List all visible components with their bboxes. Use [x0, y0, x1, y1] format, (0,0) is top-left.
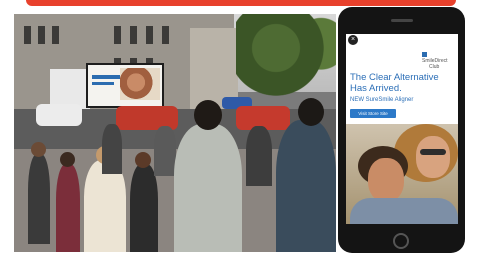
header-red-strip [26, 0, 456, 6]
pedestrian-head [135, 152, 151, 168]
phone-screen: × SmileDirect Club The Clear Alternative… [346, 34, 458, 224]
ad-photo-couple [346, 124, 458, 224]
woman-face [416, 136, 450, 178]
truck [50, 69, 90, 109]
billboard-text-block [92, 82, 114, 85]
ad-subheadline: NEW SureSmile Aligner [350, 97, 414, 103]
pedestrian-foreground-man [174, 124, 242, 252]
pedestrian-right-man [276, 120, 336, 252]
pedestrian-head [31, 142, 46, 157]
pedestrian [102, 124, 122, 174]
window [114, 26, 121, 44]
visit-store-button[interactable]: Visit Store Site [350, 109, 396, 118]
window [162, 26, 169, 44]
billboard-text-block [92, 75, 120, 79]
phone-speaker [391, 19, 413, 22]
pedestrian [154, 126, 176, 176]
pedestrian-head [194, 100, 222, 130]
trees [236, 14, 336, 99]
pedestrian [28, 154, 50, 244]
ad-headline-line1: The Clear Alternative [350, 72, 439, 83]
ad-headline: The Clear Alternative Has Arrived. [350, 72, 454, 94]
window [52, 26, 59, 44]
brand-line2: Club [429, 64, 440, 70]
phone-home-button[interactable] [393, 233, 409, 249]
window [130, 26, 137, 44]
ad-headline-line2: Has Arrived. [350, 83, 402, 94]
window [38, 26, 45, 44]
phone-mockup: × SmileDirect Club The Clear Alternative… [338, 7, 465, 253]
brand-logo: SmileDirect Club [422, 52, 452, 70]
shirt [350, 198, 458, 224]
pedestrian-head [60, 152, 75, 167]
street-billboard-photo [14, 14, 336, 252]
pedestrian-head [298, 98, 324, 126]
digital-billboard [86, 63, 164, 108]
sunglasses [420, 149, 446, 155]
man-face [368, 158, 404, 202]
close-icon[interactable]: × [348, 35, 358, 45]
pedestrian [56, 164, 80, 252]
pedestrian [130, 164, 158, 252]
window [24, 26, 31, 44]
brand-mark-icon [422, 52, 427, 57]
car-white [36, 104, 82, 126]
pedestrian [246, 126, 272, 186]
billboard-image [120, 68, 160, 100]
window [146, 26, 153, 44]
